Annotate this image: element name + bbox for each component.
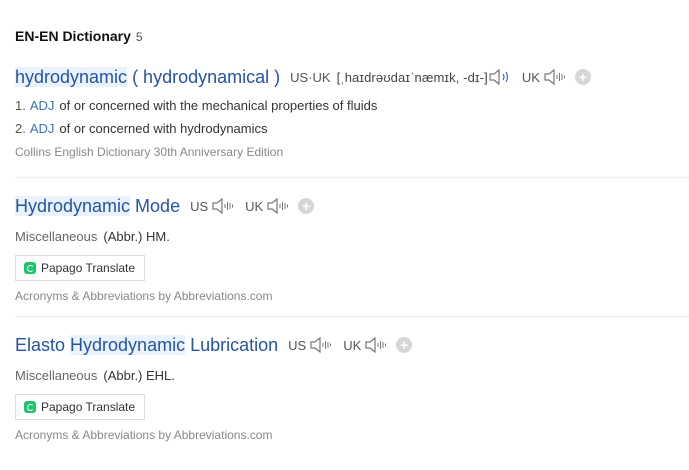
divider: [15, 316, 689, 317]
add-wordbook-icon[interactable]: +: [396, 337, 413, 353]
section-title: EN-EN Dictionary 5: [15, 28, 143, 44]
source-link[interactable]: Acronyms & Abbreviations by Abbreviation…: [15, 289, 689, 303]
meaning-text: (Abbr.) EHL.: [103, 368, 175, 383]
entry-head: Elasto Hydrodynamic Lubrication US UK +: [15, 333, 689, 357]
papago-logo-icon: [24, 262, 36, 274]
speaker-icon[interactable]: [364, 336, 388, 354]
meaning-text: of or concerned with the mechanical prop…: [59, 98, 378, 113]
speaker-icon[interactable]: [266, 197, 290, 215]
meaning-number: 2.: [15, 121, 26, 136]
papago-label: Papago Translate: [41, 400, 136, 414]
speaker-icon[interactable]: [211, 197, 235, 215]
ipa-text: [ˌhaɪdrəʊdaɪˈnæmɪk, -dɪ-]: [336, 69, 488, 85]
category-label: Miscellaneous: [15, 229, 98, 244]
headword-link[interactable]: Elasto Hydrodynamic Lubrication: [15, 334, 278, 356]
us-uk-label: US·UK: [290, 69, 331, 85]
part-of-speech: ADJ: [29, 121, 55, 136]
dictionary-entry: Elasto Hydrodynamic Lubrication US UK + …: [15, 333, 689, 442]
source-link[interactable]: Collins English Dictionary 30th Annivers…: [15, 145, 689, 159]
meaning-row: Miscellaneous (Abbr.) EHL.: [15, 364, 689, 387]
part-of-speech: ADJ: [29, 98, 55, 113]
papago-translate-button[interactable]: Papago Translate: [15, 394, 146, 420]
uk-label: UK: [343, 337, 362, 353]
speaker-icon[interactable]: [309, 336, 333, 354]
uk-label: UK: [521, 69, 540, 85]
add-wordbook-icon[interactable]: +: [298, 198, 315, 214]
headword-highlight: Hydrodynamic: [15, 195, 131, 216]
papago-label: Papago Translate: [41, 261, 136, 275]
section-title-text: EN-EN Dictionary: [15, 28, 131, 44]
headword-highlight: hydrodynamic: [15, 66, 128, 87]
entry-head: hydrodynamic ( hydrodynamical ) US·UK [ˌ…: [15, 65, 689, 89]
meaning-text: of or concerned with hydrodynamics: [59, 121, 268, 136]
dictionary-entry: hydrodynamic ( hydrodynamical ) US·UK [ˌ…: [15, 65, 689, 159]
category-label: Miscellaneous: [15, 368, 98, 383]
entry-head: Hydrodynamic Mode US UK +: [15, 194, 689, 218]
headword-link[interactable]: hydrodynamic ( hydrodynamical ): [15, 66, 280, 88]
headword-link[interactable]: Hydrodynamic Mode: [15, 195, 180, 217]
add-wordbook-icon[interactable]: +: [574, 69, 591, 85]
speaker-icon[interactable]: [543, 68, 567, 86]
meaning-row: Miscellaneous (Abbr.) HM.: [15, 225, 689, 248]
meaning-text: (Abbr.) HM.: [103, 229, 170, 244]
headword-highlight: Hydrodynamic: [70, 334, 186, 355]
us-label: US: [190, 198, 209, 214]
dictionary-entry: Hydrodynamic Mode US UK + Miscellaneous (…: [15, 194, 689, 303]
meaning-number: 1.: [15, 98, 26, 113]
speaker-icon[interactable]: [488, 68, 512, 86]
meaning-row: 2. ADJ of or concerned with hydrodynamics: [15, 117, 689, 140]
pronunciation: US UK +: [190, 197, 315, 215]
papago-logo-icon: [24, 401, 36, 413]
result-count: 5: [135, 30, 143, 44]
uk-label: UK: [245, 198, 264, 214]
source-link[interactable]: Acronyms & Abbreviations by Abbreviation…: [15, 428, 689, 442]
papago-translate-button[interactable]: Papago Translate: [15, 255, 146, 281]
pronunciation: US UK +: [288, 336, 413, 354]
pronunciation: US·UK [ˌhaɪdrəʊdaɪˈnæmɪk, -dɪ-] UK +: [290, 68, 591, 86]
us-label: US: [288, 337, 307, 353]
meaning-row: 1. ADJ of or concerned with the mechanical…: [15, 94, 689, 117]
divider: [15, 177, 689, 178]
